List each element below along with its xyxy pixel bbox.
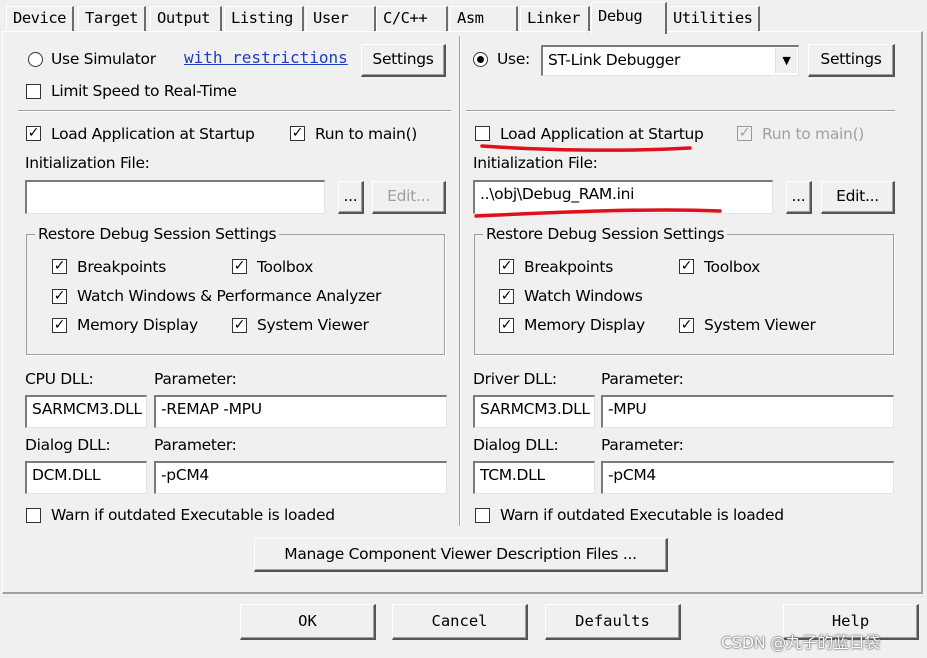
left-breakpoints-checkbox[interactable]: ✓: [52, 259, 67, 274]
left-watch-checkbox[interactable]: ✓: [52, 289, 67, 304]
cancel-button[interactable]: Cancel: [392, 604, 528, 640]
tab-strip: Device Target Output Listing User C/C++ …: [0, 0, 927, 34]
left-warn-label: Warn if outdated Executable is loaded: [51, 506, 335, 524]
left-run-to-main-checkbox[interactable]: ✓: [290, 126, 305, 141]
driver-dll-input[interactable]: SARMCM3.DLL: [473, 395, 595, 428]
left-init-file-label: Initialization File:: [25, 154, 150, 172]
debugger-select-value: ST-Link Debugger: [548, 51, 681, 69]
tab-target[interactable]: Target: [78, 6, 146, 32]
right-browse-button[interactable]: ...: [786, 181, 812, 214]
debugger-settings-button[interactable]: Settings: [808, 44, 895, 77]
left-dialog-dll-label: Dialog DLL:: [25, 436, 111, 454]
use-debugger-radio[interactable]: [473, 52, 488, 67]
tab-linker[interactable]: Linker: [520, 6, 590, 32]
right-memory-label: Memory Display: [524, 316, 645, 334]
right-toolbox-label: Toolbox: [704, 258, 761, 276]
left-memory-label: Memory Display: [77, 316, 198, 334]
watermark: CSDN @丸子的蓝日袋: [721, 633, 881, 652]
right-edit-button[interactable]: Edit...: [821, 181, 895, 214]
tab-device[interactable]: Device: [6, 6, 74, 32]
right-memory-checkbox[interactable]: ✓: [499, 318, 514, 333]
left-restore-title: Restore Debug Session Settings: [35, 225, 280, 243]
left-warn-checkbox[interactable]: [26, 508, 41, 523]
right-toolbox-checkbox[interactable]: ✓: [679, 259, 694, 274]
left-system-viewer-label: System Viewer: [257, 316, 369, 334]
limit-speed-label: Limit Speed to Real-Time: [51, 82, 237, 100]
left-edit-button[interactable]: Edit...: [372, 181, 446, 214]
use-simulator-radio[interactable]: [28, 52, 43, 67]
driver-dll-label: Driver DLL:: [473, 370, 557, 388]
left-dialog-param-input[interactable]: -pCM4: [154, 461, 447, 494]
left-dialog-param-label: Parameter:: [154, 436, 237, 454]
cpu-param-input[interactable]: -REMAP -MPU: [154, 395, 447, 428]
left-toolbox-label: Toolbox: [257, 258, 314, 276]
use-simulator-label: Use Simulator: [51, 50, 156, 68]
chevron-down-icon[interactable]: ▼: [775, 48, 797, 73]
tab-asm[interactable]: Asm: [450, 6, 518, 32]
use-debugger-label: Use:: [497, 50, 530, 68]
left-memory-checkbox[interactable]: ✓: [52, 318, 67, 333]
left-watch-label: Watch Windows & Performance Analyzer: [77, 287, 382, 305]
with-restrictions-link[interactable]: with restrictions: [184, 48, 348, 67]
tab-listing[interactable]: Listing: [224, 6, 304, 32]
right-init-file-label: Initialization File:: [473, 154, 598, 172]
debugger-select[interactable]: ST-Link Debugger ▼: [541, 45, 799, 76]
defaults-button[interactable]: Defaults: [545, 604, 681, 640]
right-watch-label: Watch Windows: [524, 287, 643, 305]
left-load-app-label: Load Application at Startup: [51, 125, 255, 143]
left-browse-button[interactable]: ...: [338, 181, 364, 214]
tab-user[interactable]: User: [306, 6, 376, 32]
cpu-dll-input[interactable]: SARMCM3.DLL: [25, 395, 147, 428]
left-breakpoints-label: Breakpoints: [77, 258, 166, 276]
right-separator-highlight: [466, 111, 895, 112]
left-toolbox-checkbox[interactable]: ✓: [232, 259, 247, 274]
left-system-viewer-checkbox[interactable]: ✓: [232, 318, 247, 333]
right-watch-checkbox[interactable]: ✓: [499, 289, 514, 304]
right-run-to-main-label: Run to main(): [762, 125, 865, 143]
manage-component-viewer-button[interactable]: Manage Component Viewer Description File…: [254, 538, 668, 572]
right-load-app-label: Load Application at Startup: [500, 125, 704, 143]
right-dialog-dll-label: Dialog DLL:: [473, 436, 559, 454]
right-restore-title: Restore Debug Session Settings: [483, 225, 728, 243]
right-system-viewer-checkbox[interactable]: ✓: [679, 318, 694, 333]
left-run-to-main-label: Run to main(): [315, 125, 418, 143]
right-load-app-checkbox[interactable]: [475, 126, 490, 141]
tab-output[interactable]: Output: [150, 6, 222, 32]
left-load-app-checkbox[interactable]: ✓: [26, 126, 41, 141]
left-dialog-dll-input[interactable]: DCM.DLL: [25, 461, 147, 494]
right-system-viewer-label: System Viewer: [704, 316, 816, 334]
right-dialog-param-input[interactable]: -pCM4: [601, 461, 894, 494]
tab-utilities[interactable]: Utilities: [666, 6, 760, 32]
right-warn-label: Warn if outdated Executable is loaded: [500, 506, 784, 524]
column-divider-highlight: [460, 36, 461, 526]
right-breakpoints-checkbox[interactable]: ✓: [499, 259, 514, 274]
right-init-file-input[interactable]: ..\obj\Debug_RAM.ini: [473, 180, 773, 214]
tab-c-cpp[interactable]: C/C++: [376, 6, 448, 32]
right-run-to-main-checkbox[interactable]: ✓: [737, 126, 752, 141]
simulator-settings-button[interactable]: Settings: [361, 44, 446, 77]
limit-speed-checkbox[interactable]: [26, 84, 41, 99]
cpu-param-label: Parameter:: [154, 370, 237, 388]
driver-param-label: Parameter:: [601, 370, 684, 388]
cpu-dll-label: CPU DLL:: [25, 370, 94, 388]
tab-debug[interactable]: Debug: [591, 2, 667, 34]
right-dialog-dll-input[interactable]: TCM.DLL: [473, 461, 595, 494]
ok-button[interactable]: OK: [240, 604, 376, 640]
driver-param-input[interactable]: -MPU: [601, 395, 894, 428]
left-separator-highlight: [18, 111, 451, 112]
left-init-file-input[interactable]: [25, 180, 325, 214]
right-breakpoints-label: Breakpoints: [524, 258, 613, 276]
right-dialog-param-label: Parameter:: [601, 436, 684, 454]
right-warn-checkbox[interactable]: [475, 508, 490, 523]
